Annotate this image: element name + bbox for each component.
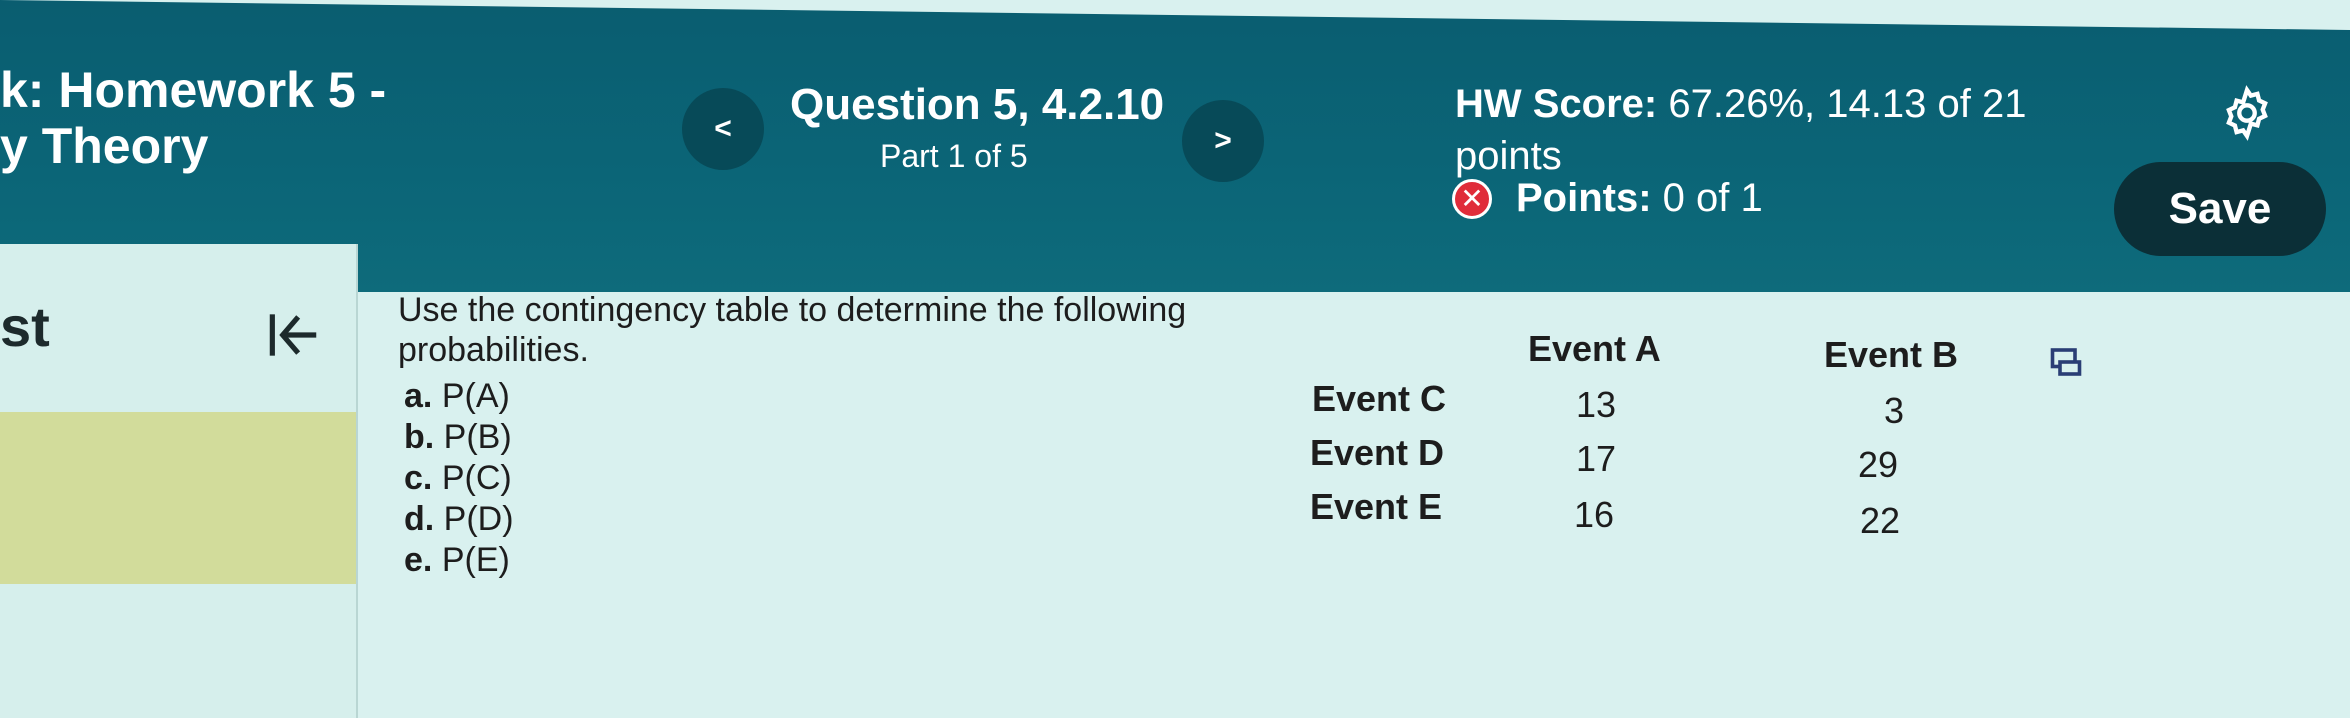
hw-score-tail: points bbox=[1455, 134, 1562, 178]
question-parts-list: a. P(A) b. P(B) c. P(C) d. P(D) e. P(E) bbox=[404, 376, 514, 581]
question-part-b: b. P(B) bbox=[404, 418, 512, 456]
table-cell: 29 bbox=[1858, 444, 1899, 485]
hw-score-label: HW Score: bbox=[1455, 82, 1658, 126]
question-prompt: Use the contingency table to determine t… bbox=[398, 291, 1187, 369]
table-cell: 22 bbox=[1860, 500, 1901, 541]
sidebar-selected-item[interactable] bbox=[0, 412, 356, 584]
next-question-button[interactable]: > bbox=[1182, 100, 1264, 182]
table-cell: 3 bbox=[1883, 390, 1904, 431]
question-title: Question 5, 4.2.10 bbox=[790, 80, 1165, 129]
previous-icon: < bbox=[714, 112, 732, 145]
row-label: Event D bbox=[1310, 432, 1445, 473]
table-cell: 16 bbox=[1574, 494, 1615, 535]
points-label: Points: bbox=[1516, 176, 1652, 220]
question-part: Part 1 of 5 bbox=[880, 138, 1028, 174]
table-view-icon[interactable] bbox=[2048, 344, 2084, 380]
question-content: Use the contingency table to determine t… bbox=[358, 244, 2350, 718]
next-icon: > bbox=[1214, 124, 1232, 157]
assignment-title-line1: k: Homework 5 - bbox=[0, 62, 387, 118]
question-part-c: c. P(C) bbox=[404, 459, 512, 497]
column-header: Event A bbox=[1528, 328, 1661, 369]
table-cell: 17 bbox=[1576, 438, 1617, 479]
points-value: 0 of 1 bbox=[1662, 176, 1763, 220]
hw-score: HW Score: 67.26%, 14.13 of 21 points bbox=[1455, 78, 2075, 182]
table-cell: 13 bbox=[1576, 384, 1617, 425]
row-label: Event C bbox=[1312, 378, 1447, 419]
question-part-e: e. P(E) bbox=[404, 541, 510, 579]
assignment-title: k: Homework 5 - y Theory bbox=[0, 62, 386, 174]
question-list-sidebar: st bbox=[0, 244, 358, 718]
row-label: Event E bbox=[1310, 486, 1443, 527]
save-button[interactable]: Save bbox=[2114, 162, 2326, 256]
points-status: ✕ Points: 0 of 1 bbox=[1452, 176, 1763, 221]
sidebar-label: st bbox=[0, 295, 50, 358]
incorrect-icon: ✕ bbox=[1452, 178, 1492, 219]
question-part-a: a. P(A) bbox=[404, 377, 510, 415]
hw-score-value: 67.26%, 14.13 of 21 bbox=[1668, 82, 2027, 126]
question-part-d: d. P(D) bbox=[404, 500, 514, 538]
previous-question-button[interactable]: < bbox=[682, 88, 764, 170]
column-header: Event B bbox=[1824, 334, 1959, 375]
gear-icon[interactable] bbox=[2218, 84, 2276, 142]
collapse-icon[interactable] bbox=[262, 304, 324, 366]
assignment-title-line2: y Theory bbox=[0, 118, 209, 174]
